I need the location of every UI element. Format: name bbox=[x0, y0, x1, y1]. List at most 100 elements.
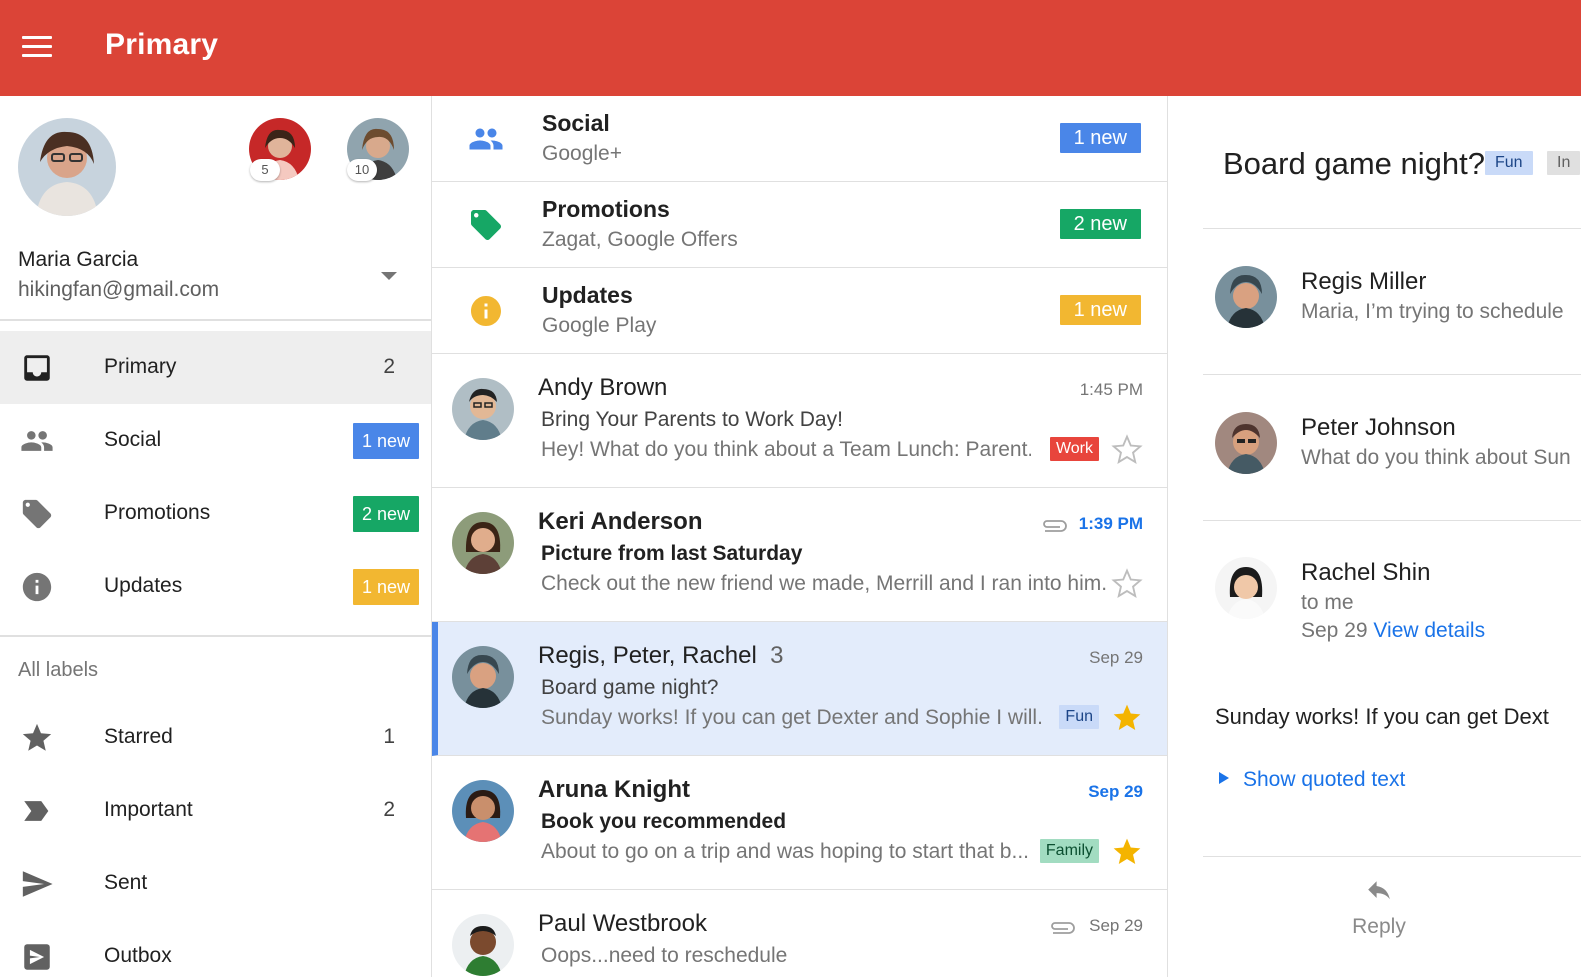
sender-name: Andy Brown bbox=[538, 374, 668, 401]
email-snippet: Check out the new friend we made, Merril… bbox=[541, 572, 1106, 595]
sender-avatar bbox=[1215, 557, 1277, 619]
outbox-icon bbox=[24, 944, 50, 970]
label-chip: Family bbox=[1039, 839, 1099, 863]
sender-name: Keri Anderson bbox=[538, 508, 703, 535]
divider bbox=[1203, 856, 1581, 857]
email-subject: Bring Your Parents to Work Day! bbox=[541, 408, 843, 431]
sender-avatar bbox=[1215, 266, 1277, 328]
message-preview: What do you think about Sun bbox=[1301, 446, 1571, 469]
drawer-item-label: Outbox bbox=[104, 944, 172, 967]
sender-avatar bbox=[452, 512, 514, 574]
drawer-item-updates[interactable]: Updates 1 new bbox=[0, 550, 431, 623]
star-outline-icon[interactable] bbox=[1111, 434, 1143, 466]
drawer-item-label: Social bbox=[104, 428, 162, 451]
drawer-item-outbox[interactable]: Outbox bbox=[0, 920, 431, 977]
important-icon bbox=[24, 801, 49, 821]
star-filled-icon[interactable] bbox=[1111, 836, 1143, 868]
drawer-item-label: Primary bbox=[104, 355, 177, 378]
category-title: Promotions bbox=[542, 196, 670, 222]
page-title: Primary bbox=[105, 28, 219, 61]
label-chip: Fun bbox=[1059, 705, 1099, 729]
info-icon bbox=[471, 296, 501, 326]
new-badge: 2 new bbox=[352, 496, 419, 532]
sender-avatar bbox=[452, 914, 514, 976]
email-snippet: Hey! What do you think about a Team Lunc… bbox=[541, 438, 1031, 461]
sender-name: Rachel Shin bbox=[1301, 559, 1431, 586]
category-row-social[interactable]: Social Google+ 1 new bbox=[432, 96, 1167, 182]
unread-count: 2 bbox=[383, 798, 395, 821]
sender-avatar bbox=[452, 646, 514, 708]
new-badge: 1 new bbox=[352, 423, 419, 459]
email-subject: Book you recommended bbox=[541, 810, 787, 833]
drawer-item-label: Important bbox=[104, 798, 193, 821]
sender-avatar bbox=[452, 780, 514, 842]
message-date-line: Sep 29 View details bbox=[1301, 619, 1486, 642]
email-snippet: About to go on a trip and was hoping to … bbox=[541, 840, 1029, 863]
tag-icon bbox=[471, 210, 501, 240]
attachment-icon bbox=[1043, 520, 1067, 532]
star-filled-icon[interactable] bbox=[1111, 702, 1143, 734]
message-list: Social Google+ 1 new Promotions Zagat, G… bbox=[432, 96, 1168, 977]
sender-avatar bbox=[1215, 412, 1277, 474]
drawer-item-promotions[interactable]: Promotions 2 new bbox=[0, 477, 431, 550]
sender-name: Aruna Knight bbox=[538, 776, 690, 803]
info-icon bbox=[22, 572, 52, 602]
sender-name: Paul Westbrook bbox=[538, 910, 707, 937]
email-time: Sep 29 bbox=[1088, 782, 1143, 801]
drawer-item-important[interactable]: Important 2 bbox=[0, 774, 431, 847]
email-row-selected[interactable]: Regis, Peter, Rachel 3 Sep 29 Board game… bbox=[432, 622, 1167, 756]
new-badge: 1 new bbox=[352, 569, 419, 605]
category-senders: Zagat, Google Offers bbox=[542, 228, 738, 251]
divider bbox=[1203, 520, 1581, 521]
email-time: Sep 29 bbox=[1089, 648, 1143, 667]
sender-name: Peter Johnson bbox=[1301, 414, 1456, 441]
message-body: Sunday works! If you can get Dext bbox=[1215, 704, 1549, 729]
drawer-item-social[interactable]: Social 1 new bbox=[0, 404, 431, 477]
email-time: 1:45 PM bbox=[1079, 380, 1143, 399]
category-senders: Google Play bbox=[542, 314, 657, 337]
account-badge: 10 bbox=[347, 159, 377, 181]
recipient-line: to me bbox=[1301, 591, 1354, 614]
avatar[interactable] bbox=[18, 118, 116, 216]
label-chip: In bbox=[1547, 151, 1581, 175]
category-row-promotions[interactable]: Promotions Zagat, Google Offers 2 new bbox=[432, 182, 1167, 268]
tag-icon bbox=[22, 499, 52, 529]
email-row[interactable]: Keri Anderson 1:39 PM Picture from last … bbox=[432, 488, 1167, 622]
account-header: 5 10 Maria Garcia hikingfan@gmail.com bbox=[0, 96, 431, 321]
send-icon bbox=[22, 871, 53, 897]
view-details-link[interactable]: View details bbox=[1373, 619, 1485, 642]
divider bbox=[1203, 228, 1581, 229]
drawer-item-starred[interactable]: Starred 1 bbox=[0, 701, 431, 774]
email-time: 1:39 PM bbox=[1078, 514, 1143, 533]
reply-button[interactable]: Reply bbox=[1339, 880, 1419, 939]
category-title: Updates bbox=[542, 282, 633, 308]
email-row[interactable]: Paul Westbrook Sep 29 Oops...need to res… bbox=[432, 890, 1167, 977]
new-badge: 2 new bbox=[1059, 209, 1141, 239]
sender-name: Regis, Peter, Rachel 3 bbox=[538, 642, 784, 669]
drawer-item-label: Sent bbox=[104, 871, 148, 894]
menu-icon[interactable] bbox=[22, 36, 52, 58]
label-chip: Work bbox=[1049, 437, 1099, 461]
category-row-updates[interactable]: Updates Google Play 1 new bbox=[432, 268, 1167, 354]
reading-pane: Board game night? Fun In Regis Miller Ma… bbox=[1169, 96, 1581, 977]
people-icon bbox=[469, 128, 503, 150]
app-bar: Primary bbox=[0, 0, 1581, 96]
divider bbox=[1203, 374, 1581, 375]
show-quoted-text-link[interactable]: Show quoted text bbox=[1219, 768, 1405, 792]
email-row[interactable]: Andy Brown 1:45 PM Bring Your Parents to… bbox=[432, 354, 1167, 488]
message-preview: Maria, I’m trying to schedule bbox=[1301, 300, 1564, 323]
email-subject: Picture from last Saturday bbox=[541, 542, 803, 565]
drawer-item-label: Promotions bbox=[104, 501, 211, 524]
people-icon bbox=[21, 431, 53, 451]
thread-subject: Board game night? bbox=[1223, 146, 1485, 181]
drawer-item-primary[interactable]: Primary 2 bbox=[0, 331, 431, 404]
email-row[interactable]: Aruna Knight Sep 29 Book you recommended… bbox=[432, 756, 1167, 890]
chevron-down-icon[interactable] bbox=[381, 272, 397, 280]
thread-count: 3 bbox=[770, 642, 784, 669]
unread-count: 2 bbox=[383, 355, 395, 378]
email-time: Sep 29 bbox=[1089, 916, 1143, 935]
drawer-item-sent[interactable]: Sent bbox=[0, 847, 431, 920]
email-snippet: Sunday works! If you can get Dexter and … bbox=[541, 706, 1041, 729]
nav-drawer: 5 10 Maria Garcia hikingfan@gmail.com Pr… bbox=[0, 96, 432, 977]
star-outline-icon[interactable] bbox=[1111, 568, 1143, 600]
